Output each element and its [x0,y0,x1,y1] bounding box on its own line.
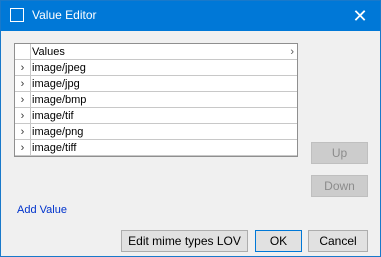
close-icon[interactable]: ✕ [340,1,380,31]
value-cell[interactable]: image/png [32,124,83,140]
cancel-button[interactable]: Cancel [308,230,368,252]
add-value-link[interactable]: Add Value [17,204,67,216]
table-row[interactable]: › image/tif [15,108,297,124]
value-cell[interactable]: image/jpg [32,76,80,92]
chevron-right-icon[interactable]: › [15,108,31,124]
ok-button[interactable]: OK [255,230,302,252]
value-cell[interactable]: image/tiff [32,140,76,156]
value-cell[interactable]: image/jpeg [32,60,86,76]
table-row[interactable]: › image/jpg [15,76,297,92]
edit-mime-types-lov-button[interactable]: Edit mime types LOV [121,230,248,252]
value-cell[interactable]: image/tif [32,108,74,124]
chevron-right-icon[interactable]: › [15,92,31,108]
title-bar[interactable]: Value Editor ✕ [1,1,380,31]
chevron-right-icon[interactable]: › [15,60,31,76]
grid-header-row: Values › [15,44,297,60]
grid-corner [15,44,31,60]
values-column-header[interactable]: Values [32,44,65,60]
up-button[interactable]: Up [311,142,368,164]
chevron-right-icon[interactable]: › [15,76,31,92]
chevron-right-icon[interactable]: › [15,124,31,140]
table-row[interactable]: › image/tiff [15,140,297,156]
window-icon [10,8,24,22]
chevron-right-icon[interactable]: › [15,140,31,156]
down-button[interactable]: Down [311,175,368,197]
table-row[interactable]: › image/jpeg [15,60,297,76]
value-cell[interactable]: image/bmp [32,92,86,108]
table-row[interactable]: › image/png [15,124,297,140]
dialog-title: Value Editor [32,8,97,22]
table-row[interactable]: › image/bmp [15,92,297,108]
value-editor-dialog: Value Editor ✕ Values › › image/jpeg › i… [0,0,381,257]
values-grid[interactable]: Values › › image/jpeg › image/jpg › imag… [14,43,298,157]
chevron-right-icon[interactable]: › [290,44,294,60]
